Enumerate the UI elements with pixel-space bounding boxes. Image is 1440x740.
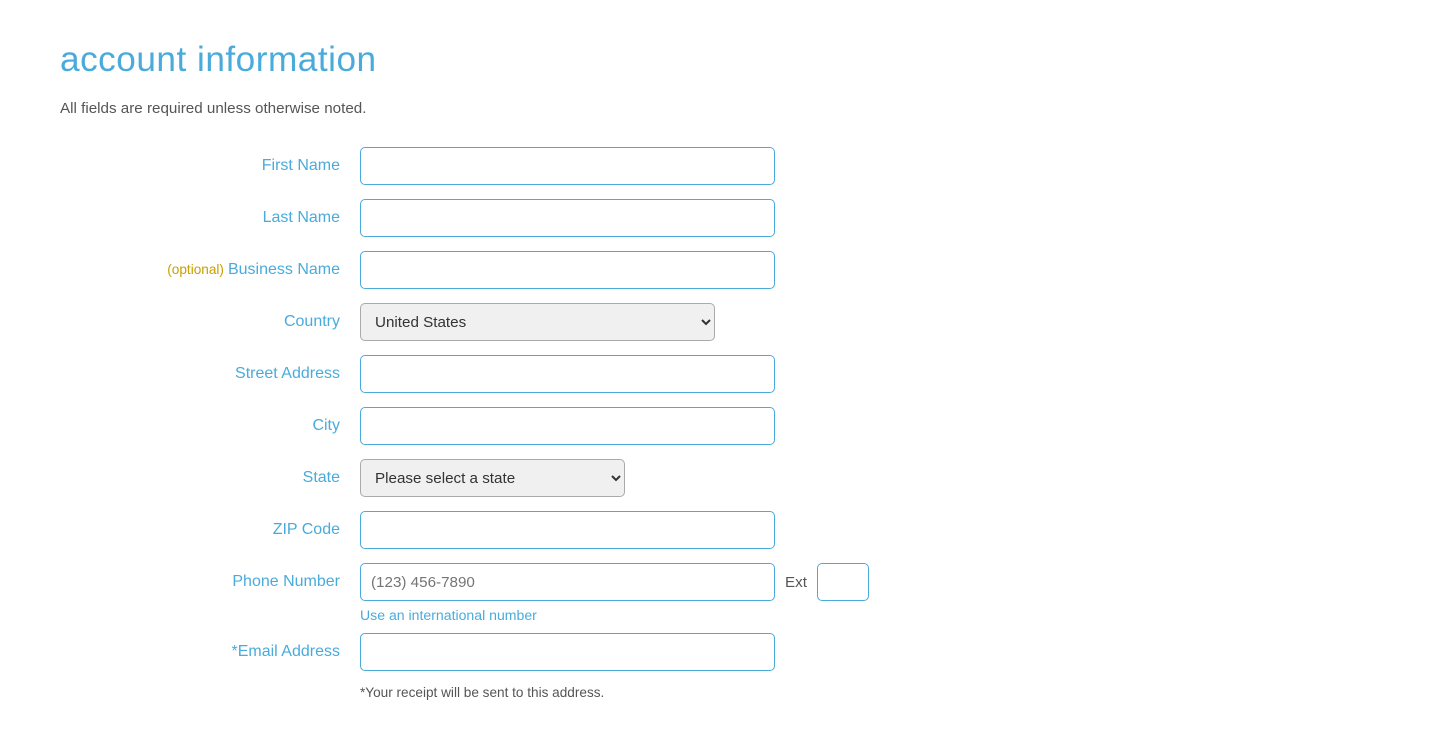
zip-code-row: ZIP Code (60, 511, 1020, 549)
email-row: *Email Address (60, 633, 1020, 671)
business-name-input[interactable] (360, 251, 775, 289)
city-input[interactable] (360, 407, 775, 445)
country-label: Country (60, 313, 360, 331)
optional-tag: (optional) (167, 262, 224, 277)
last-name-label: Last Name (60, 209, 360, 227)
ext-input[interactable] (817, 563, 869, 601)
city-label: City (60, 417, 360, 435)
page-title: account information (60, 40, 1020, 80)
first-name-row: First Name (60, 147, 1020, 185)
email-receipt-note: *Your receipt will be sent to this addre… (360, 685, 1020, 700)
email-input[interactable] (360, 633, 775, 671)
zip-code-label: ZIP Code (60, 521, 360, 539)
country-select[interactable]: United States Canada United Kingdom Aust… (360, 303, 715, 341)
ext-label: Ext (785, 574, 807, 591)
city-row: City (60, 407, 1020, 445)
first-name-input[interactable] (360, 147, 775, 185)
street-address-row: Street Address (60, 355, 1020, 393)
business-name-label: (optional)Business Name (60, 261, 360, 279)
state-label: State (60, 469, 360, 487)
country-row: Country United States Canada United King… (60, 303, 1020, 341)
phone-number-row: Phone Number Ext (60, 563, 1020, 601)
street-address-input[interactable] (360, 355, 775, 393)
state-select[interactable]: Please select a state Alabama Alaska Ari… (360, 459, 625, 497)
last-name-input[interactable] (360, 199, 775, 237)
phone-input-group: Ext (360, 563, 869, 601)
phone-number-input[interactable] (360, 563, 775, 601)
first-name-label: First Name (60, 157, 360, 175)
zip-code-input[interactable] (360, 511, 775, 549)
email-label: *Email Address (60, 643, 360, 661)
phone-number-label: Phone Number (60, 573, 360, 591)
street-address-label: Street Address (60, 365, 360, 383)
business-name-row: (optional)Business Name (60, 251, 1020, 289)
form-subtitle: All fields are required unless otherwise… (60, 100, 1020, 117)
last-name-row: Last Name (60, 199, 1020, 237)
account-information-form: account information All fields are requi… (60, 40, 1020, 700)
international-number-hint[interactable]: Use an international number (360, 607, 1020, 623)
state-row: State Please select a state Alabama Alas… (60, 459, 1020, 497)
